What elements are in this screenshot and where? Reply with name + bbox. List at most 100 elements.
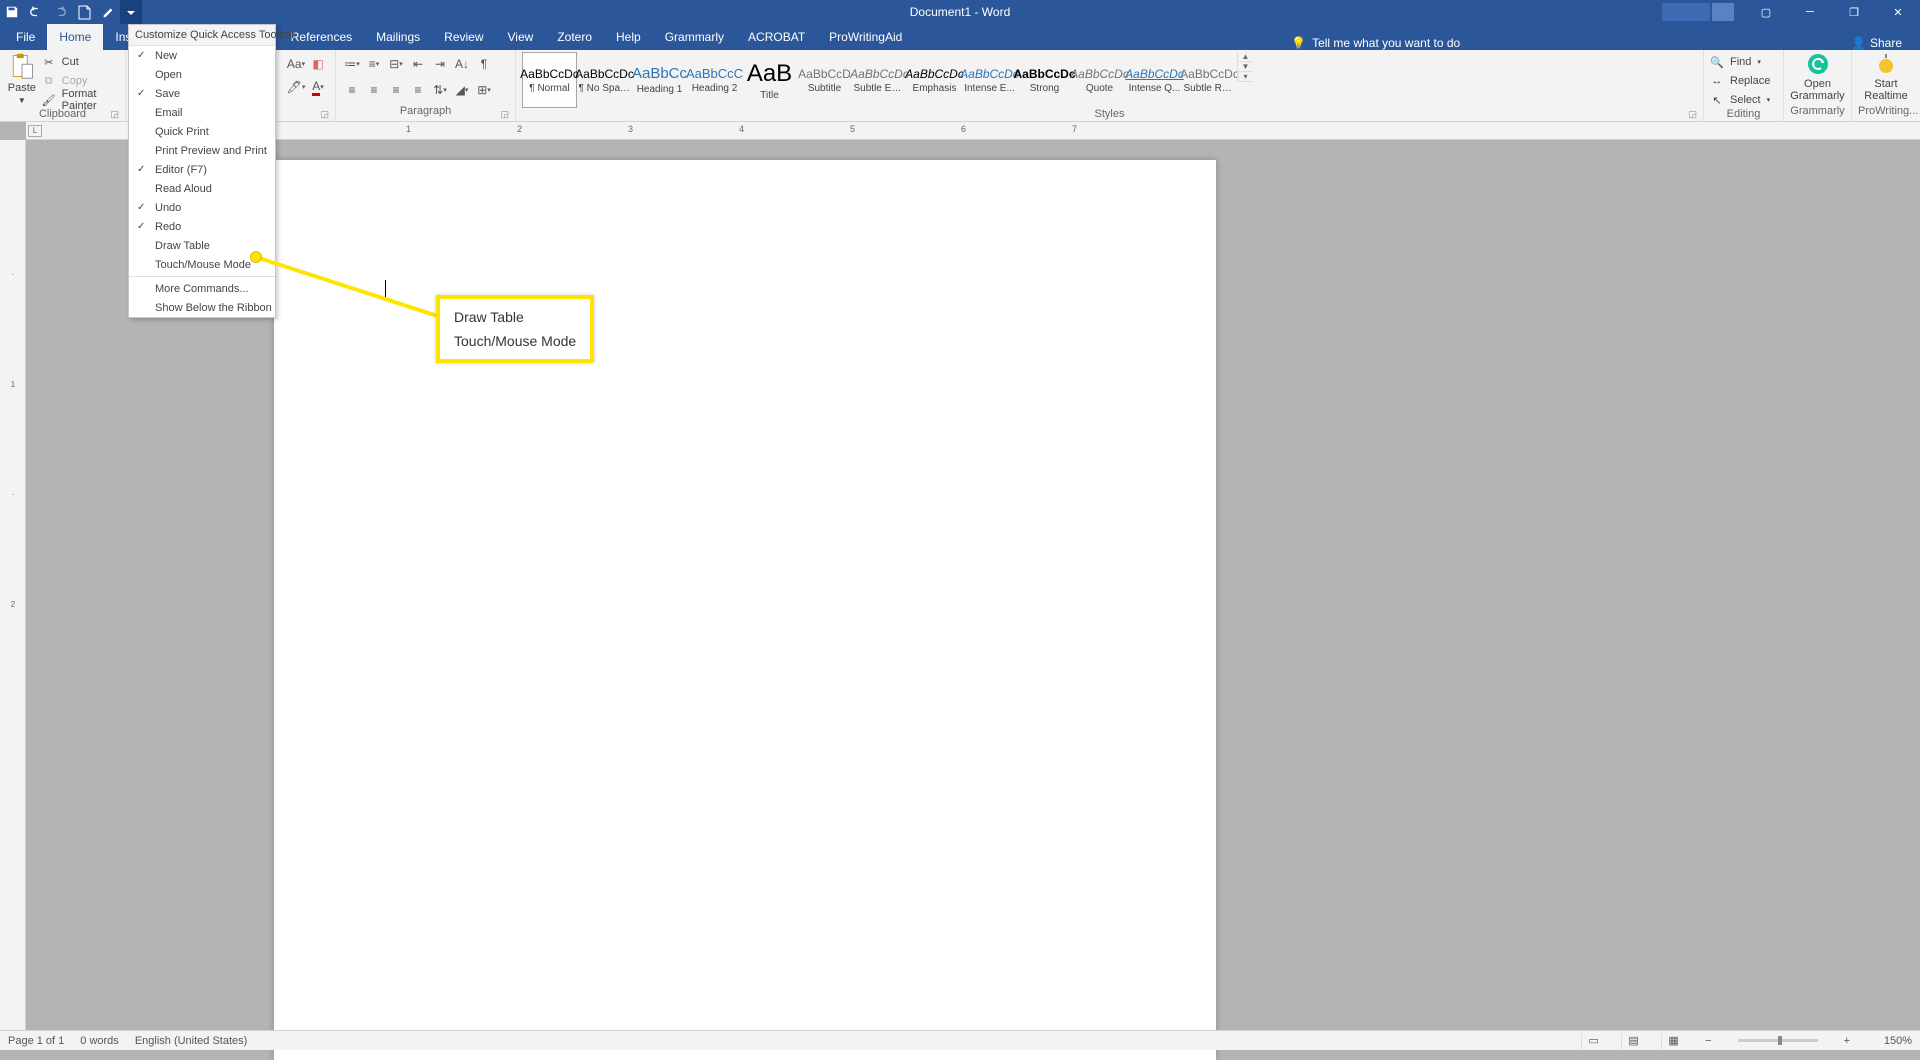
tab-acrobat[interactable]: ACROBAT <box>736 24 817 50</box>
tab-selector[interactable]: L <box>28 125 42 137</box>
tab-grammarly[interactable]: Grammarly <box>653 24 736 50</box>
zoom-level[interactable]: 150% <box>1870 1035 1912 1047</box>
indent-right-button[interactable]: ⇥ <box>430 54 450 74</box>
callout-line2: Touch/Mouse Mode <box>454 329 576 353</box>
qat-item-quick-print[interactable]: Quick Print <box>129 122 275 141</box>
line-spacing-button[interactable]: ⇅▾ <box>430 80 450 100</box>
account-area[interactable] <box>1662 3 1744 21</box>
style-subtle-em-[interactable]: AaBbCcDcSubtle Em... <box>852 52 907 108</box>
close-button[interactable]: ✕ <box>1876 0 1920 24</box>
page-count[interactable]: Page 1 of 1 <box>8 1035 64 1047</box>
font-launcher[interactable]: ◲ <box>320 109 329 120</box>
show-marks-button[interactable]: ¶ <box>474 54 494 74</box>
paste-button[interactable]: Paste ▼ <box>6 52 38 105</box>
style-subtle-ref-[interactable]: AaBbCcDcSubtle Ref... <box>1182 52 1237 108</box>
qat-item-editor-f7-[interactable]: ✓Editor (F7) <box>129 160 275 179</box>
numbering-button[interactable]: ≡▾ <box>364 54 384 74</box>
qat-customize-dropdown[interactable] <box>120 0 142 24</box>
style-heading-2[interactable]: AaBbCcCHeading 2 <box>687 52 742 108</box>
cut-button[interactable]: ✂Cut <box>42 54 119 70</box>
multilevel-button[interactable]: ⊟▾ <box>386 54 406 74</box>
zoom-slider[interactable] <box>1738 1039 1818 1042</box>
tab-prowritingaid[interactable]: ProWritingAid <box>817 24 914 50</box>
style-intense-e-[interactable]: AaBbCcDcIntense E... <box>962 52 1017 108</box>
restore-button[interactable]: ❐ <box>1832 0 1876 24</box>
qat-item-show-below-the-ribbon[interactable]: Show Below the Ribbon <box>129 298 275 317</box>
tab-zotero[interactable]: Zotero <box>545 24 604 50</box>
borders-button[interactable]: ⊞▾ <box>474 80 494 100</box>
style--normal[interactable]: AaBbCcDc¶ Normal <box>522 52 577 108</box>
qat-editor-icon[interactable] <box>96 0 120 24</box>
qat-redo-icon[interactable] <box>48 0 72 24</box>
font-color-button[interactable]: A▾ <box>308 77 328 97</box>
clear-formatting-button[interactable]: ◧ <box>308 54 328 74</box>
gallery-more-icon[interactable]: ▾ <box>1238 72 1253 82</box>
style-title[interactable]: AaBTitle <box>742 52 797 108</box>
qat-item-redo[interactable]: ✓Redo <box>129 217 275 236</box>
style-strong[interactable]: AaBbCcDcStrong <box>1017 52 1072 108</box>
minimize-button[interactable]: ─ <box>1788 0 1832 24</box>
tab-file[interactable]: File <box>4 24 47 50</box>
style--no-spac-[interactable]: AaBbCcDc¶ No Spac... <box>577 52 632 108</box>
ribbon-display-icon[interactable]: ▢ <box>1744 0 1788 24</box>
tell-me-search[interactable]: 💡 Tell me what you want to do <box>1291 36 1460 50</box>
styles-launcher[interactable]: ◲ <box>1688 109 1697 120</box>
ruler-horizontal[interactable]: L 1234567 <box>26 122 1920 140</box>
print-layout-button[interactable]: ▤ <box>1621 1033 1645 1049</box>
page[interactable] <box>274 160 1216 1060</box>
qat-item-email[interactable]: Email <box>129 103 275 122</box>
style-subtitle[interactable]: AaBbCcDSubtitle <box>797 52 852 108</box>
styles-gallery[interactable]: AaBbCcDc¶ NormalAaBbCcDc¶ No Spac...AaBb… <box>522 52 1237 108</box>
format-painter-button[interactable]: 🖌Format Painter <box>42 92 119 108</box>
style-quote[interactable]: AaBbCcDcQuote <box>1072 52 1127 108</box>
sort-button[interactable]: A↓ <box>452 54 472 74</box>
qat-item-undo[interactable]: ✓Undo <box>129 198 275 217</box>
bullets-button[interactable]: ≔▾ <box>342 54 362 74</box>
tab-home[interactable]: Home <box>47 24 103 50</box>
qat-item-new[interactable]: ✓New <box>129 46 275 65</box>
gallery-scroll[interactable]: ▲ ▼ ▾ <box>1237 52 1253 82</box>
style-heading-1[interactable]: AaBbCcHeading 1 <box>632 52 687 108</box>
copy-button[interactable]: ⧉Copy <box>42 73 119 89</box>
justify-button[interactable]: ≡ <box>408 80 428 100</box>
read-mode-button[interactable]: ▭ <box>1581 1033 1605 1049</box>
share-button[interactable]: 👤 Share <box>1837 36 1916 50</box>
ruler-vertical[interactable]: · 1 · 2 <box>0 140 26 1032</box>
qat-item-save[interactable]: ✓Save <box>129 84 275 103</box>
find-button[interactable]: 🔍Find ▾ <box>1710 54 1770 70</box>
qat-undo-icon[interactable] <box>24 0 48 24</box>
tab-view[interactable]: View <box>496 24 546 50</box>
shading-button[interactable]: ◢▾ <box>452 80 472 100</box>
change-case-button[interactable]: Aa ▾ <box>286 54 306 74</box>
style-emphasis[interactable]: AaBbCcDcEmphasis <box>907 52 962 108</box>
status-bar: Page 1 of 1 0 words English (United Stat… <box>0 1030 1920 1050</box>
zoom-in-button[interactable]: + <box>1840 1035 1854 1047</box>
style-intense-q-[interactable]: AaBbCcDcIntense Q... <box>1127 52 1182 108</box>
select-button[interactable]: ↖Select ▾ <box>1710 92 1770 108</box>
open-grammarly-button[interactable]: Open Grammarly <box>1790 52 1845 102</box>
qat-item-print-preview-and-print[interactable]: Print Preview and Print <box>129 141 275 160</box>
qat-item-read-aloud[interactable]: Read Aloud <box>129 179 275 198</box>
qat-item-more-commands-[interactable]: More Commands... <box>129 279 275 298</box>
paragraph-launcher[interactable]: ◲ <box>500 109 509 120</box>
language-status[interactable]: English (United States) <box>135 1035 248 1047</box>
qat-new-doc-icon[interactable] <box>72 0 96 24</box>
web-layout-button[interactable]: ▦ <box>1661 1033 1685 1049</box>
zoom-out-button[interactable]: − <box>1701 1035 1715 1047</box>
align-center-button[interactable]: ≡ <box>364 80 384 100</box>
gallery-down-icon[interactable]: ▼ <box>1238 62 1253 72</box>
align-left-button[interactable]: ≡ <box>342 80 362 100</box>
replace-button[interactable]: ↔Replace <box>1710 73 1770 89</box>
indent-left-button[interactable]: ⇤ <box>408 54 428 74</box>
tab-mailings[interactable]: Mailings <box>364 24 432 50</box>
tab-help[interactable]: Help <box>604 24 653 50</box>
highlight-button[interactable]: 🖊▾ <box>286 77 306 97</box>
align-right-button[interactable]: ≡ <box>386 80 406 100</box>
gallery-up-icon[interactable]: ▲ <box>1238 52 1253 62</box>
word-count[interactable]: 0 words <box>80 1035 119 1047</box>
tab-review[interactable]: Review <box>432 24 495 50</box>
qat-save-icon[interactable] <box>0 0 24 24</box>
start-realtime-button[interactable]: Start Realtime <box>1858 52 1914 102</box>
qat-item-open[interactable]: Open <box>129 65 275 84</box>
clipboard-launcher[interactable]: ◲ <box>110 109 119 120</box>
